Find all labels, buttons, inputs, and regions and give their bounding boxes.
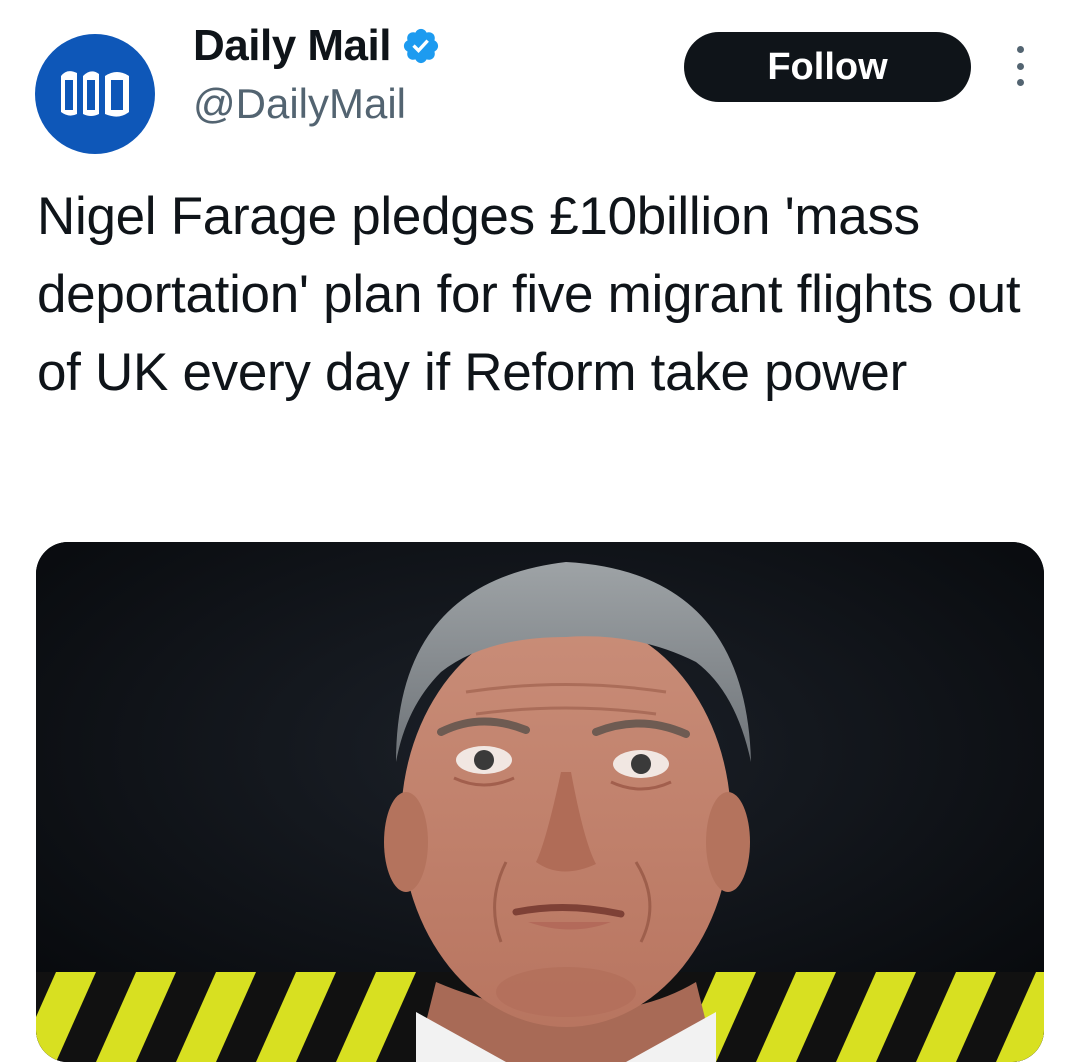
more-vertical-icon[interactable] [1008,46,1032,86]
account-name-row[interactable]: Daily Mail [193,21,441,71]
tweet-media-photo[interactable] [36,542,1044,1062]
account-handle[interactable]: @DailyMail [193,80,406,128]
account-name[interactable]: Daily Mail [193,21,391,71]
follow-button[interactable]: Follow [684,32,971,102]
more-dot [1016,79,1024,86]
more-dot [1016,62,1024,70]
daily-mail-logo-icon [61,71,129,117]
tweet-text: Nigel Farage pledges £10billion 'mass de… [37,187,1021,402]
news-photo [36,542,1044,1062]
verified-badge-icon [403,28,439,64]
more-dot [1016,46,1024,53]
account-avatar[interactable] [35,34,155,154]
